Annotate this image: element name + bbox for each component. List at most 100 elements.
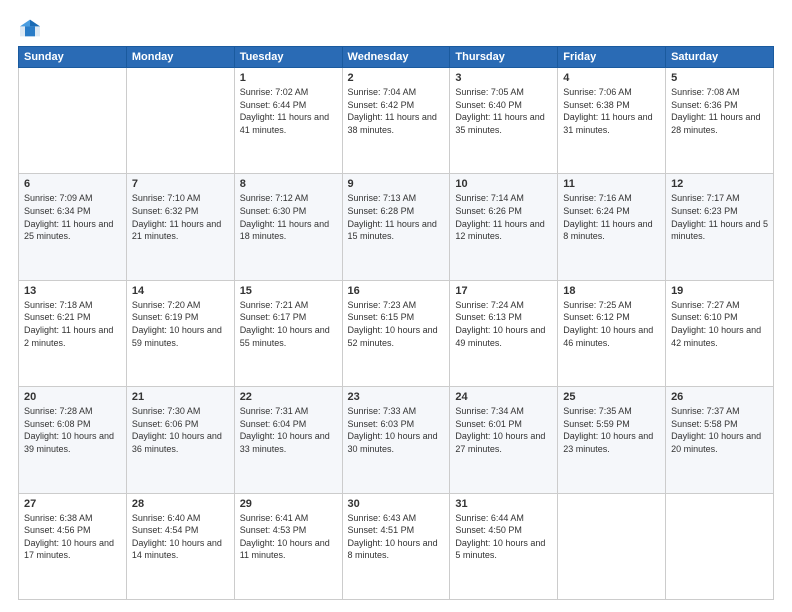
weekday-header-saturday: Saturday <box>666 47 774 68</box>
day-info: Sunrise: 7:09 AM Sunset: 6:34 PM Dayligh… <box>24 192 121 242</box>
calendar-cell: 22 Sunrise: 7:31 AM Sunset: 6:04 PM Dayli… <box>234 387 342 493</box>
calendar-cell: 14 Sunrise: 7:20 AM Sunset: 6:19 PM Dayli… <box>126 280 234 386</box>
day-number: 29 <box>240 498 337 510</box>
day-number: 23 <box>348 391 445 403</box>
calendar-cell: 3 Sunrise: 7:05 AM Sunset: 6:40 PM Daylig… <box>450 68 558 174</box>
calendar-cell: 9 Sunrise: 7:13 AM Sunset: 6:28 PM Daylig… <box>342 174 450 280</box>
day-number: 28 <box>132 498 229 510</box>
day-info: Sunrise: 7:06 AM Sunset: 6:38 PM Dayligh… <box>563 86 660 136</box>
day-info: Sunrise: 6:43 AM Sunset: 4:51 PM Dayligh… <box>348 512 445 562</box>
day-info: Sunrise: 6:44 AM Sunset: 4:50 PM Dayligh… <box>455 512 552 562</box>
day-info: Sunrise: 7:31 AM Sunset: 6:04 PM Dayligh… <box>240 405 337 455</box>
week-row-5: 27 Sunrise: 6:38 AM Sunset: 4:56 PM Dayli… <box>19 493 774 599</box>
weekday-header-row: SundayMondayTuesdayWednesdayThursdayFrid… <box>19 47 774 68</box>
day-info: Sunrise: 7:08 AM Sunset: 6:36 PM Dayligh… <box>671 86 768 136</box>
day-number: 4 <box>563 72 660 84</box>
page: SundayMondayTuesdayWednesdayThursdayFrid… <box>0 0 792 612</box>
week-row-2: 6Sunrise: 7:09 AM Sunset: 6:34 PM Daylig… <box>19 174 774 280</box>
day-number: 25 <box>563 391 660 403</box>
day-number: 26 <box>671 391 768 403</box>
day-info: Sunrise: 7:21 AM Sunset: 6:17 PM Dayligh… <box>240 299 337 349</box>
calendar-cell: 28 Sunrise: 6:40 AM Sunset: 4:54 PM Dayli… <box>126 493 234 599</box>
weekday-header-thursday: Thursday <box>450 47 558 68</box>
day-info: Sunrise: 7:20 AM Sunset: 6:19 PM Dayligh… <box>132 299 229 349</box>
calendar-cell: 8 Sunrise: 7:12 AM Sunset: 6:30 PM Daylig… <box>234 174 342 280</box>
calendar-cell: 24Sunrise: 7:34 AM Sunset: 6:01 PM Dayli… <box>450 387 558 493</box>
day-info: Sunrise: 7:23 AM Sunset: 6:15 PM Dayligh… <box>348 299 445 349</box>
day-info: Sunrise: 7:30 AM Sunset: 6:06 PM Dayligh… <box>132 405 229 455</box>
day-number: 12 <box>671 178 768 190</box>
day-number: 30 <box>348 498 445 510</box>
day-info: Sunrise: 7:33 AM Sunset: 6:03 PM Dayligh… <box>348 405 445 455</box>
day-info: Sunrise: 7:02 AM Sunset: 6:44 PM Dayligh… <box>240 86 337 136</box>
day-info: Sunrise: 6:41 AM Sunset: 4:53 PM Dayligh… <box>240 512 337 562</box>
day-info: Sunrise: 7:14 AM Sunset: 6:26 PM Dayligh… <box>455 192 552 242</box>
calendar-cell: 4 Sunrise: 7:06 AM Sunset: 6:38 PM Daylig… <box>558 68 666 174</box>
calendar-cell <box>19 68 127 174</box>
day-info: Sunrise: 7:18 AM Sunset: 6:21 PM Dayligh… <box>24 299 121 349</box>
calendar-cell: 30 Sunrise: 6:43 AM Sunset: 4:51 PM Dayli… <box>342 493 450 599</box>
day-number: 20 <box>24 391 121 403</box>
calendar-cell: 31 Sunrise: 6:44 AM Sunset: 4:50 PM Dayli… <box>450 493 558 599</box>
day-number: 11 <box>563 178 660 190</box>
calendar-cell: 29 Sunrise: 6:41 AM Sunset: 4:53 PM Dayli… <box>234 493 342 599</box>
day-info: Sunrise: 7:12 AM Sunset: 6:30 PM Dayligh… <box>240 192 337 242</box>
calendar-cell: 13Sunrise: 7:18 AM Sunset: 6:21 PM Dayli… <box>19 280 127 386</box>
day-info: Sunrise: 7:05 AM Sunset: 6:40 PM Dayligh… <box>455 86 552 136</box>
calendar-cell <box>558 493 666 599</box>
day-info: Sunrise: 7:13 AM Sunset: 6:28 PM Dayligh… <box>348 192 445 242</box>
week-row-1: 1 Sunrise: 7:02 AM Sunset: 6:44 PM Daylig… <box>19 68 774 174</box>
week-row-4: 20Sunrise: 7:28 AM Sunset: 6:08 PM Dayli… <box>19 387 774 493</box>
day-number: 22 <box>240 391 337 403</box>
day-number: 16 <box>348 285 445 297</box>
calendar-cell: 2Sunrise: 7:04 AM Sunset: 6:42 PM Daylig… <box>342 68 450 174</box>
calendar-cell: 17 Sunrise: 7:24 AM Sunset: 6:13 PM Dayli… <box>450 280 558 386</box>
calendar-cell: 23 Sunrise: 7:33 AM Sunset: 6:03 PM Dayli… <box>342 387 450 493</box>
week-row-3: 13Sunrise: 7:18 AM Sunset: 6:21 PM Dayli… <box>19 280 774 386</box>
day-number: 3 <box>455 72 552 84</box>
day-info: Sunrise: 7:04 AM Sunset: 6:42 PM Dayligh… <box>348 86 445 136</box>
day-number: 10 <box>455 178 552 190</box>
calendar-cell: 18 Sunrise: 7:25 AM Sunset: 6:12 PM Dayli… <box>558 280 666 386</box>
weekday-header-friday: Friday <box>558 47 666 68</box>
day-number: 15 <box>240 285 337 297</box>
calendar-cell: 20Sunrise: 7:28 AM Sunset: 6:08 PM Dayli… <box>19 387 127 493</box>
calendar-cell: 5 Sunrise: 7:08 AM Sunset: 6:36 PM Daylig… <box>666 68 774 174</box>
day-number: 27 <box>24 498 121 510</box>
day-number: 18 <box>563 285 660 297</box>
weekday-header-monday: Monday <box>126 47 234 68</box>
day-number: 14 <box>132 285 229 297</box>
day-number: 1 <box>240 72 337 84</box>
day-number: 9 <box>348 178 445 190</box>
calendar-cell: 1 Sunrise: 7:02 AM Sunset: 6:44 PM Daylig… <box>234 68 342 174</box>
calendar-cell: 15 Sunrise: 7:21 AM Sunset: 6:17 PM Dayli… <box>234 280 342 386</box>
calendar-cell: 6Sunrise: 7:09 AM Sunset: 6:34 PM Daylig… <box>19 174 127 280</box>
weekday-header-tuesday: Tuesday <box>234 47 342 68</box>
day-info: Sunrise: 7:35 AM Sunset: 5:59 PM Dayligh… <box>563 405 660 455</box>
day-number: 31 <box>455 498 552 510</box>
day-info: Sunrise: 7:34 AM Sunset: 6:01 PM Dayligh… <box>455 405 552 455</box>
day-number: 17 <box>455 285 552 297</box>
day-info: Sunrise: 6:38 AM Sunset: 4:56 PM Dayligh… <box>24 512 121 562</box>
calendar-cell <box>126 68 234 174</box>
day-info: Sunrise: 7:10 AM Sunset: 6:32 PM Dayligh… <box>132 192 229 242</box>
day-info: Sunrise: 6:40 AM Sunset: 4:54 PM Dayligh… <box>132 512 229 562</box>
calendar-cell: 7Sunrise: 7:10 AM Sunset: 6:32 PM Daylig… <box>126 174 234 280</box>
calendar-cell: 25 Sunrise: 7:35 AM Sunset: 5:59 PM Dayli… <box>558 387 666 493</box>
calendar-cell: 10 Sunrise: 7:14 AM Sunset: 6:26 PM Dayli… <box>450 174 558 280</box>
logo-icon <box>18 18 42 38</box>
day-info: Sunrise: 7:37 AM Sunset: 5:58 PM Dayligh… <box>671 405 768 455</box>
calendar-cell: 11Sunrise: 7:16 AM Sunset: 6:24 PM Dayli… <box>558 174 666 280</box>
calendar: SundayMondayTuesdayWednesdayThursdayFrid… <box>18 46 774 600</box>
day-info: Sunrise: 7:24 AM Sunset: 6:13 PM Dayligh… <box>455 299 552 349</box>
calendar-cell: 19Sunrise: 7:27 AM Sunset: 6:10 PM Dayli… <box>666 280 774 386</box>
calendar-cell: 26 Sunrise: 7:37 AM Sunset: 5:58 PM Dayli… <box>666 387 774 493</box>
day-number: 5 <box>671 72 768 84</box>
day-number: 8 <box>240 178 337 190</box>
calendar-cell: 12Sunrise: 7:17 AM Sunset: 6:23 PM Dayli… <box>666 174 774 280</box>
calendar-cell: 16 Sunrise: 7:23 AM Sunset: 6:15 PM Dayli… <box>342 280 450 386</box>
day-number: 19 <box>671 285 768 297</box>
weekday-header-sunday: Sunday <box>19 47 127 68</box>
header <box>18 18 774 38</box>
day-info: Sunrise: 7:25 AM Sunset: 6:12 PM Dayligh… <box>563 299 660 349</box>
